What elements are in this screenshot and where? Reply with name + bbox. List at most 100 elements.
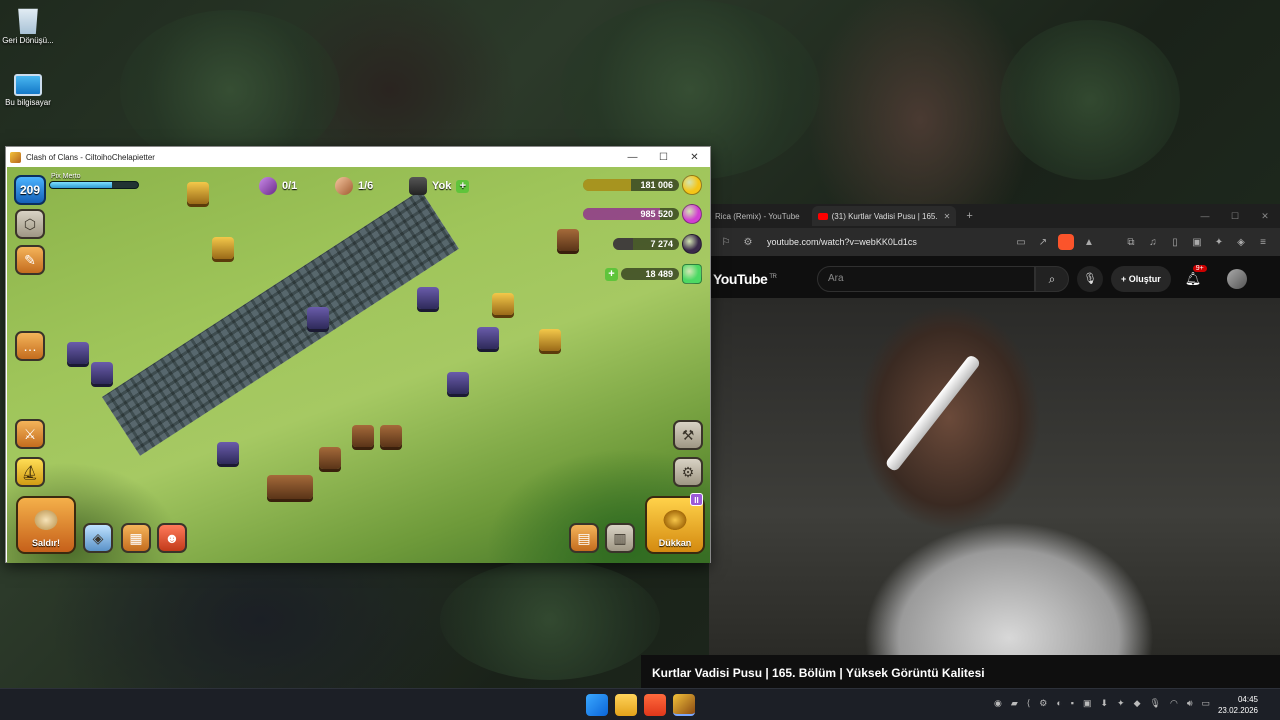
brave-shields-icon[interactable]: [1058, 234, 1074, 250]
battery-icon[interactable]: ▭: [1201, 698, 1210, 709]
builder-counter[interactable]: 0/1: [259, 177, 297, 195]
browser-tab[interactable]: Rica (Remix) - YouTube: [709, 206, 806, 226]
desktop-icon-this-pc[interactable]: Bu bilgisayar: [0, 74, 56, 108]
avatar[interactable]: [1227, 269, 1248, 289]
defense-building[interactable]: [67, 342, 89, 364]
builder-base-button[interactable]: ⛵︎: [15, 457, 45, 487]
edit-layout-button[interactable]: ⚒: [673, 420, 703, 450]
browser-tab-active[interactable]: (31) Kurtlar Vadisi Pusu | 165. ✕: [811, 206, 957, 226]
sidebar-icon[interactable]: ▯: [1164, 237, 1186, 248]
decoration[interactable]: [319, 447, 341, 469]
buy-gems-button[interactable]: +: [605, 267, 618, 281]
url-field[interactable]: youtube.com/watch?v=webKK0Ld1cs: [759, 237, 1010, 247]
chat-button[interactable]: …: [15, 331, 45, 361]
brave-rewards-icon[interactable]: ▲: [1078, 237, 1100, 248]
player-level-badge[interactable]: 209: [14, 175, 46, 205]
attack-button[interactable]: Saldır!: [16, 496, 76, 554]
youtube-logo[interactable]: YouTube TR: [713, 271, 817, 287]
close-tab-icon[interactable]: ✕: [944, 212, 951, 221]
search-icon[interactable]: ⌕: [1035, 266, 1069, 292]
shield-icon: ◈: [92, 529, 104, 546]
battle-log-button[interactable]: ⚔: [15, 419, 45, 449]
shield-status[interactable]: Yok +: [409, 177, 472, 195]
cast-icon[interactable]: ▭: [1010, 237, 1032, 248]
wallet-icon[interactable]: ▣: [1186, 237, 1208, 248]
defense-building[interactable]: [307, 307, 329, 329]
music-icon[interactable]: ♫: [1142, 237, 1164, 248]
troop-counter[interactable]: 1/6: [335, 177, 373, 195]
microphone-icon[interactable]: 🎙︎: [1150, 698, 1161, 709]
tray-app-icon[interactable]: ▪: [1071, 698, 1074, 709]
add-shield-button[interactable]: +: [456, 179, 470, 193]
youtube-favicon-icon: [817, 212, 828, 220]
decoration[interactable]: [352, 425, 374, 447]
video-player[interactable]: [709, 298, 1280, 658]
share-icon[interactable]: ↗: [1032, 237, 1054, 248]
events-button[interactable]: ✎: [15, 245, 45, 275]
tray-app-icon[interactable]: ⟨: [1027, 698, 1031, 709]
quests-button[interactable]: ▥: [605, 523, 635, 553]
wall-segment: [102, 190, 459, 456]
game-viewport[interactable]: 209 Pix Merto 0/1 1/6 Yok + 181 006 985 …: [7, 167, 710, 563]
clash-of-clans-taskbar-icon[interactable]: [673, 694, 695, 716]
treasury-button[interactable]: ▤: [569, 523, 599, 553]
clan-capital-button[interactable]: ⬡: [15, 209, 45, 239]
gold-storage[interactable]: [539, 329, 561, 351]
tray-app-icon[interactable]: ⚙: [1039, 698, 1047, 709]
close-button[interactable]: ✕: [679, 147, 710, 167]
tray-app-icon[interactable]: ◐: [1056, 698, 1061, 709]
settings-button[interactable]: ⚙: [673, 457, 703, 487]
chat-icon: …: [23, 338, 37, 354]
defense-building[interactable]: [217, 442, 239, 464]
clock-date: 23.02.2026: [1217, 706, 1258, 715]
decoration[interactable]: [557, 229, 579, 251]
leo-icon[interactable]: ✦: [1208, 237, 1230, 248]
gold-storage[interactable]: [187, 182, 209, 204]
desktop-icon-recycle-bin[interactable]: Geri Dönüşü...: [0, 6, 56, 46]
brave-browser-icon[interactable]: [644, 694, 666, 716]
minimize-button[interactable]: —: [617, 147, 648, 167]
gems-resource[interactable]: + 18 489: [605, 264, 702, 284]
defense-building[interactable]: [477, 327, 499, 349]
minimize-button[interactable]: —: [1190, 211, 1220, 221]
defense-building[interactable]: [91, 362, 113, 384]
tray-app-icon[interactable]: ◆: [1134, 698, 1141, 709]
wifi-icon[interactable]: ◠: [1170, 698, 1178, 709]
decoration[interactable]: [267, 475, 313, 499]
gear-icon: ⚙: [681, 463, 695, 480]
barbarian-event-button[interactable]: ☻: [157, 523, 187, 553]
volume-icon[interactable]: 🔊︎: [1187, 698, 1193, 709]
defense-building[interactable]: [447, 372, 469, 394]
gold-storage[interactable]: [492, 293, 514, 315]
gold-storage[interactable]: [212, 237, 234, 259]
dark-elixir-drop-icon: [682, 234, 702, 254]
chest-icon: ▤: [577, 529, 591, 546]
maximize-button[interactable]: ☐: [648, 147, 679, 167]
maximize-button[interactable]: ☐: [1220, 211, 1250, 222]
tray-app-icon[interactable]: ✦: [1117, 698, 1125, 709]
menu-icon[interactable]: ≡: [1252, 237, 1274, 248]
vpn-icon[interactable]: ◈: [1230, 237, 1252, 248]
tray-app-icon[interactable]: ◉: [994, 698, 1002, 709]
tray-app-icon[interactable]: ⬇: [1101, 698, 1109, 709]
tray-app-icon[interactable]: ▰: [1011, 698, 1018, 709]
decoration[interactable]: [380, 425, 402, 447]
site-info-icon[interactable]: ⚙: [737, 237, 759, 248]
start-button[interactable]: [586, 694, 608, 716]
calendar-button[interactable]: ▦: [121, 523, 151, 553]
defense-building[interactable]: [417, 287, 439, 309]
video-title: Kurtlar Vadisi Pusu | 165. Bölüm | Yükse…: [652, 666, 985, 680]
extensions-icon[interactable]: ⧉: [1120, 237, 1142, 248]
shield-shop-button[interactable]: ◈: [83, 523, 113, 553]
tray-app-icon[interactable]: ▣: [1083, 698, 1092, 709]
microphone-icon[interactable]: 🎙︎: [1077, 266, 1103, 292]
notifications-bell-icon[interactable]: 🔔︎ 9+: [1185, 265, 1207, 287]
close-button[interactable]: ✕: [1250, 211, 1280, 222]
create-button[interactable]: + Oluştur: [1111, 266, 1171, 292]
taskbar: ◉ ▰ ⟨ ⚙ ◐ ▪ ▣ ⬇ ✦ ◆ 🎙︎ ◠ 🔊︎ ▭ 04:45 23.0…: [0, 688, 1280, 720]
youtube-search-input[interactable]: Ara: [817, 266, 1035, 292]
bookmark-icon[interactable]: ⚐: [715, 237, 737, 248]
taskbar-clock[interactable]: 04:45 23.02.2026: [1218, 694, 1258, 716]
file-explorer-icon[interactable]: [615, 694, 637, 716]
new-tab-button[interactable]: +: [966, 210, 972, 222]
